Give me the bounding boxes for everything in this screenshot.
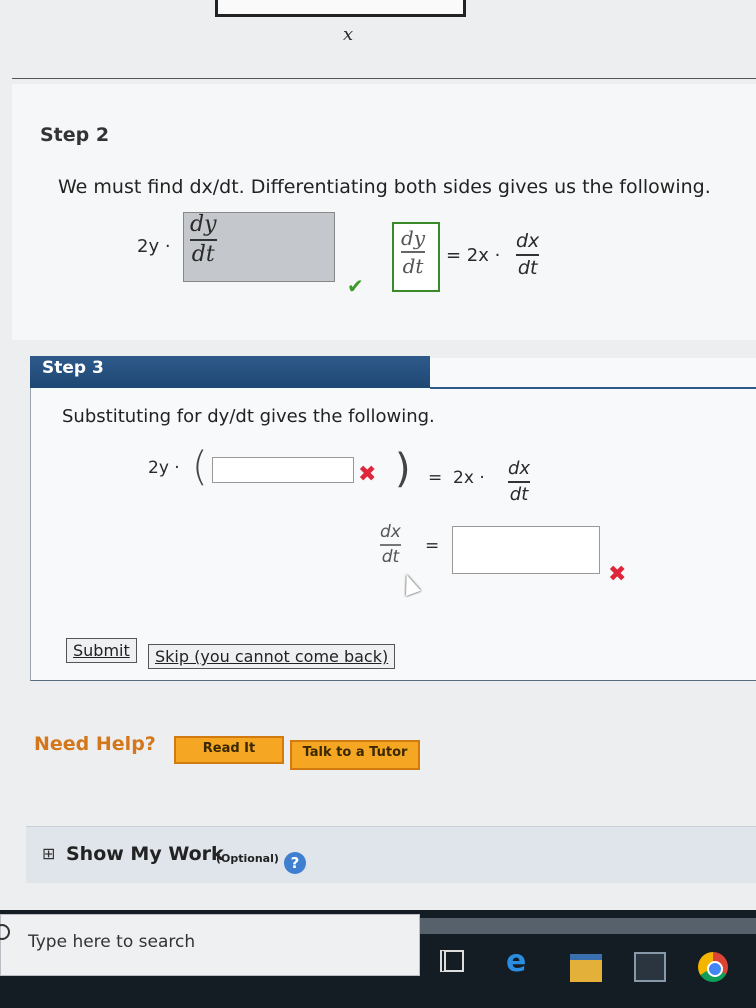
submit-label: Submit xyxy=(73,641,130,660)
answer-denominator: dt xyxy=(191,242,215,267)
figure-triangle xyxy=(215,0,466,17)
step3-result-equals: = xyxy=(425,536,440,556)
step2-lhs-coef: 2y · xyxy=(137,236,171,257)
dxdt-numerator: dx xyxy=(508,458,531,479)
task-view-icon[interactable] xyxy=(440,950,464,972)
step3-equals-rhs: = 2x · xyxy=(428,468,485,488)
talk-to-tutor-button[interactable]: Talk to a Tutor xyxy=(290,740,420,770)
result-numerator: dx xyxy=(380,522,401,542)
store-icon[interactable] xyxy=(634,952,666,982)
right-paren: ) xyxy=(395,446,411,492)
fraction-bar xyxy=(190,239,217,241)
step3-dxdt: dx dt xyxy=(508,458,531,505)
dxdt-denominator: dt xyxy=(517,257,538,279)
rhs-numerator: dy xyxy=(401,226,426,250)
read-it-button[interactable]: Read It xyxy=(174,736,284,764)
wrong-x-icon: ✖ xyxy=(358,462,377,487)
chrome-icon-center xyxy=(707,961,723,977)
show-work-label[interactable]: Show My Work xyxy=(66,843,224,865)
search-placeholder[interactable]: Type here to search xyxy=(28,932,195,952)
step2-rhs-equals: = 2x · xyxy=(446,245,501,266)
expand-icon[interactable]: ⊞ xyxy=(42,844,55,863)
step2-panel xyxy=(12,84,756,340)
figure-axis-label: x xyxy=(343,24,354,45)
step2-text: We must find dx/dt. Differentiating both… xyxy=(58,176,711,198)
optional-label: (Optional) xyxy=(216,852,279,865)
left-paren: ( xyxy=(192,444,208,490)
edge-icon[interactable]: e xyxy=(506,944,526,979)
file-explorer-icon[interactable] xyxy=(570,954,602,982)
step2-rhs-dxdt: dx dt xyxy=(516,230,540,279)
dxdt-denominator: dt xyxy=(509,484,529,505)
rhs-denominator: dt xyxy=(402,254,424,278)
correct-check-icon: ✔ xyxy=(347,274,364,298)
step3-text: Substituting for dy/dt gives the followi… xyxy=(62,406,435,427)
taskbar-top-strip xyxy=(420,918,756,934)
skip-button[interactable]: Skip (you cannot come back) xyxy=(148,644,396,669)
dydt-answer-input[interactable] xyxy=(212,457,354,483)
step3-title: Step 3 xyxy=(42,358,104,378)
fraction-bar xyxy=(401,251,426,253)
fraction-bar xyxy=(508,481,531,483)
answer-numerator: dy xyxy=(190,212,217,237)
result-denominator: dt xyxy=(381,547,400,567)
step3-lhs-coef: 2y · xyxy=(148,458,180,478)
fraction-bar xyxy=(516,254,540,256)
step2-rhs-fraction: dy dt xyxy=(401,226,426,278)
divider xyxy=(12,78,756,79)
dxdt-answer-input[interactable] xyxy=(452,526,600,574)
skip-label: Skip (you cannot come back) xyxy=(155,647,389,666)
help-icon[interactable]: ? xyxy=(284,852,306,874)
wrong-x-icon-2: ✖ xyxy=(608,562,627,587)
step3-header-line xyxy=(430,387,756,389)
step2-answer-fraction: dy dt xyxy=(190,214,217,266)
need-help-label: Need Help? xyxy=(34,733,156,755)
submit-button[interactable]: Submit xyxy=(66,638,137,663)
dxdt-numerator: dx xyxy=(516,230,540,252)
step2-title: Step 2 xyxy=(40,124,110,146)
fraction-bar xyxy=(380,544,401,546)
step3-result-dxdt: dx dt xyxy=(380,524,401,566)
